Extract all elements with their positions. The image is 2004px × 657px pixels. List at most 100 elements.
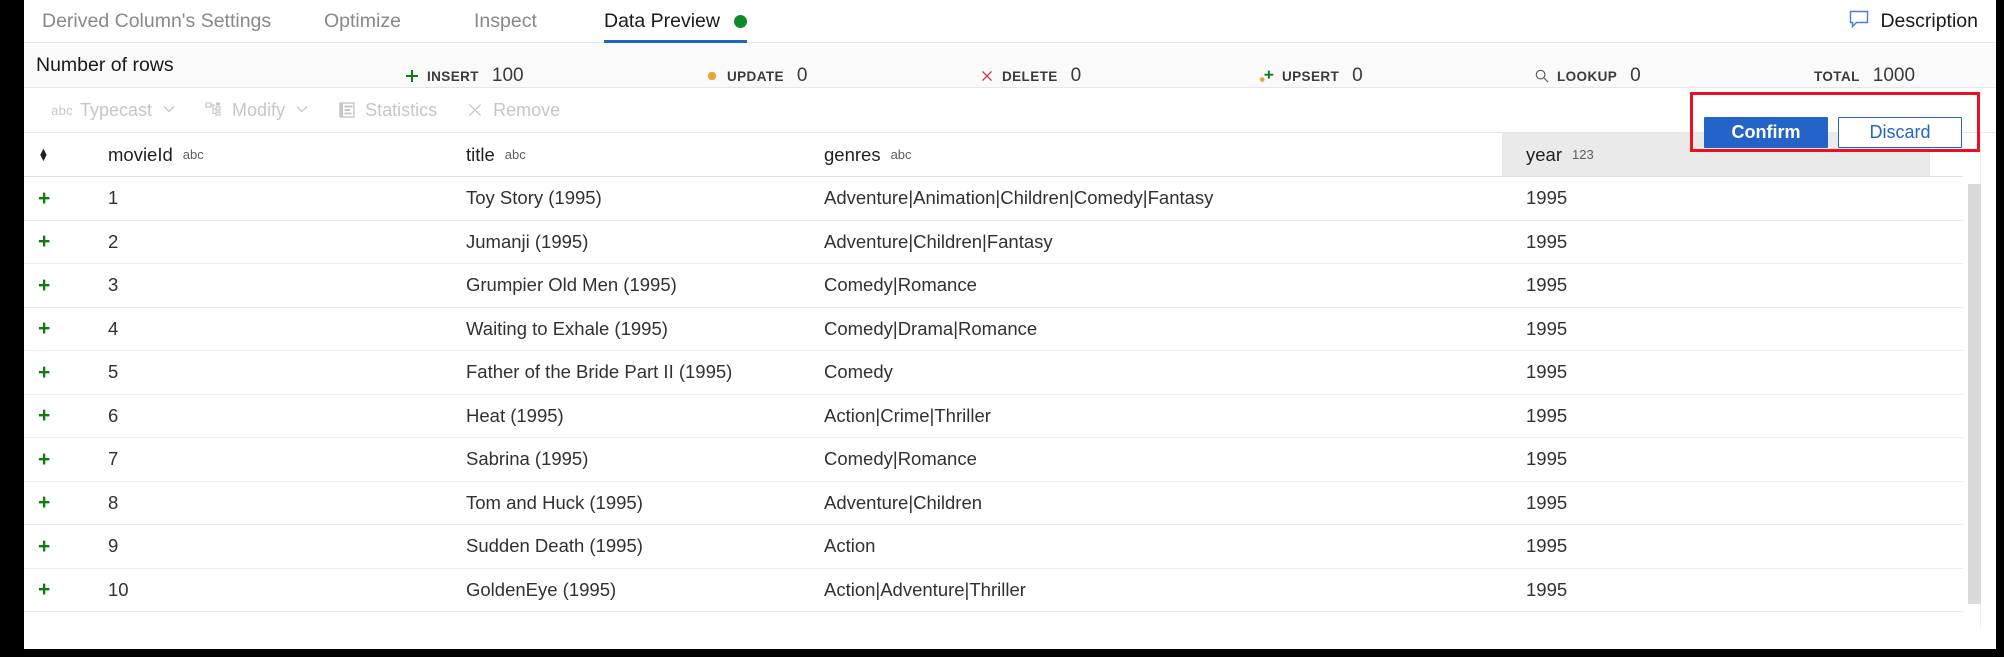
table-row[interactable]: +3Grumpier Old Men (1995)Comedy|Romance1…	[24, 264, 1963, 308]
chevron-down-icon[interactable]	[295, 102, 309, 119]
tab-derived-column-s-settings[interactable]: Derived Column's Settings	[42, 0, 271, 43]
plus-icon: +	[38, 405, 50, 426]
cell-genres: Adventure|Children|Fantasy	[824, 221, 1444, 264]
column-header-label: genres	[824, 144, 881, 166]
sort-updown-icon[interactable]: ▲▼	[38, 149, 49, 161]
cell-year: 1995	[1502, 177, 1930, 220]
tab-optimize[interactable]: Optimize	[324, 0, 401, 43]
screenshot-frame: Derived Column's Settings Optimize Inspect…	[0, 0, 2004, 657]
toolbar-statistics-button[interactable]: Statistics	[323, 100, 451, 121]
table-row[interactable]: +9 Sudden Death (1995) Action 1995	[24, 525, 1963, 569]
row-insert-marker: +	[38, 264, 84, 307]
cell-genres: Action	[824, 525, 1444, 568]
column-type-badge: abc	[891, 147, 912, 162]
action-buttons: Confirm Discard	[1704, 117, 1962, 148]
search-icon	[1534, 68, 1550, 84]
close-icon	[979, 68, 995, 84]
stat-label: INSERT	[427, 69, 479, 84]
statistics-icon	[337, 100, 357, 120]
tab-inspect[interactable]: Inspect	[474, 0, 537, 43]
cell-title: Heat (1995)	[466, 395, 796, 438]
toolbar-remove-button[interactable]: Remove	[451, 100, 574, 121]
plus-icon	[404, 68, 420, 84]
table-row[interactable]: +1Toy Story (1995)Adventure|Animation|Ch…	[24, 177, 1963, 221]
plus-icon: +	[38, 188, 50, 209]
tab-label: Optimize	[324, 10, 401, 33]
cell-movieid: 7	[108, 438, 438, 481]
cell-year: 1995	[1502, 525, 1930, 568]
discard-button[interactable]: Discard	[1838, 117, 1962, 148]
cell-title: Sudden Death (1995)	[466, 525, 796, 568]
cell-movieid: 9	[108, 525, 438, 568]
row-insert-marker: +	[38, 395, 84, 438]
cell-movieid: 10	[108, 569, 438, 612]
cell-genres: Comedy|Romance	[824, 264, 1444, 307]
row-insert-marker: +	[38, 438, 84, 481]
table-row[interactable]: +7Sabrina (1995)Comedy|Romance1995	[24, 438, 1963, 482]
toolbar-typecast-button[interactable]: abcTypecast	[38, 100, 190, 121]
table-row[interactable]: +10GoldenEye (1995)Action|Adventure|Thri…	[24, 569, 1963, 613]
cell-title: Toy Story (1995)	[466, 177, 796, 220]
tab-status-dot-icon	[734, 15, 747, 28]
table-row[interactable]: +4 Waiting to Exhale (1995) Comedy|Drama|R…	[24, 308, 1963, 352]
scrollbar-thumb[interactable]	[1968, 184, 1981, 604]
vertical-scrollbar[interactable]	[1968, 184, 1981, 624]
chevron-down-icon[interactable]	[162, 102, 176, 119]
stat-label: DELETE	[1002, 69, 1058, 84]
cell-genres: Adventure|Animation|Children|Comedy|Fant…	[824, 177, 1444, 220]
description-button[interactable]: Description	[1848, 0, 1978, 43]
tab-label: Inspect	[474, 10, 537, 33]
cell-movieid: 6	[108, 395, 438, 438]
cell-genres: Comedy|Romance	[824, 438, 1444, 481]
sort-toggle[interactable]: ▲▼	[38, 133, 84, 176]
cell-title: GoldenEye (1995)	[466, 569, 796, 612]
confirm-button[interactable]: Confirm	[1704, 117, 1828, 148]
cell-year: 1995	[1502, 351, 1930, 394]
table-row[interactable]: +2Jumanji (1995)Adventure|Children|Fanta…	[24, 221, 1963, 265]
table-body: +1Toy Story (1995)Adventure|Animation|Ch…	[24, 177, 1996, 612]
data-flow-panel: Derived Column's Settings Optimize Inspect…	[24, 0, 1996, 649]
stat-upsert: UPSERT0	[1259, 65, 1363, 87]
cell-year: 1995	[1502, 438, 1930, 481]
cell-genres: Comedy|Drama|Romance	[824, 308, 1444, 351]
cell-genres: Comedy	[824, 351, 1444, 394]
cell-movieid: 5	[108, 351, 438, 394]
close-icon	[465, 100, 485, 120]
toolbar-item-label: Typecast	[80, 100, 152, 121]
toolbar-modify-button[interactable]: Modify	[190, 100, 323, 121]
row-insert-marker: +	[38, 308, 84, 351]
cell-movieid: 4	[108, 308, 438, 351]
stat-value: 0	[1352, 65, 1363, 87]
cell-title: Father of the Bride Part II (1995)	[466, 351, 796, 394]
cell-genres: Adventure|Children	[824, 482, 1444, 525]
cell-title: Jumanji (1995)	[466, 221, 796, 264]
table-row[interactable]: +6Heat (1995)Action|Crime|Thriller1995	[24, 395, 1963, 439]
tab-label: Derived Column's Settings	[42, 10, 271, 33]
cell-title: Waiting to Exhale (1995)	[466, 308, 796, 351]
upsert-icon	[1259, 68, 1275, 84]
row-insert-marker: +	[38, 351, 84, 394]
tab-bar: Derived Column's Settings Optimize Inspect…	[24, 0, 1996, 43]
stat-value: 0	[1071, 65, 1082, 87]
stat-total: TOTAL1000	[1814, 65, 1915, 87]
tab-data-preview[interactable]: Data Preview	[604, 0, 747, 43]
table-row[interactable]: +8Tom and Huck (1995)Adventure|Children1…	[24, 482, 1963, 526]
stat-label: TOTAL	[1814, 69, 1860, 84]
stat-value: 0	[797, 65, 808, 87]
cell-year: 1995	[1502, 569, 1930, 612]
column-header-genres[interactable]: genres abc	[824, 133, 1444, 176]
cell-year: 1995	[1502, 395, 1930, 438]
column-header-title[interactable]: title abc	[466, 133, 796, 176]
cell-title: Tom and Huck (1995)	[466, 482, 796, 525]
table-row[interactable]: +5 Father of the Bride Part II (1995) Come…	[24, 351, 1963, 395]
plus-icon: +	[38, 318, 50, 339]
cell-movieid: 8	[108, 482, 438, 525]
number-of-rows-label: Number of rows	[36, 54, 174, 77]
row-counts-bar: Number of rows INSERT100UPDATE0DELETE0UP…	[24, 43, 1996, 88]
cell-year: 1995	[1502, 482, 1930, 525]
plus-icon: +	[38, 231, 50, 252]
plus-icon: +	[38, 362, 50, 383]
stat-label: UPDATE	[727, 69, 784, 84]
row-insert-marker: +	[38, 525, 84, 568]
column-header-movieid[interactable]: movieId abc	[108, 133, 438, 176]
